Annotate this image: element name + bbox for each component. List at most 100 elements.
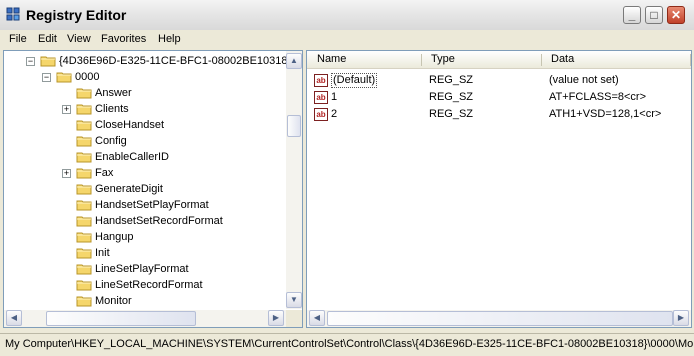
folder-icon <box>76 151 92 163</box>
tree-scroll-down-button[interactable]: ▼ <box>286 292 302 308</box>
tree-node-label: EnableCallerID <box>95 151 169 163</box>
tree-vertical-scroll-thumb[interactable] <box>287 115 301 137</box>
menu-bar: File Edit View Favorites Help <box>0 30 694 48</box>
tree-node-label: Fax <box>95 167 114 179</box>
string-value-icon: ab <box>314 91 328 104</box>
tree-horizontal-scrollbar[interactable]: ◀ ▶ <box>4 310 286 327</box>
tree-node-label: HandsetSetRecordFormat <box>95 215 223 227</box>
close-button[interactable]: ✕ <box>667 6 685 24</box>
values-horizontal-scroll-thumb[interactable] <box>327 311 673 326</box>
folder-icon <box>76 199 92 211</box>
chevron-left-icon: ◀ <box>313 313 321 322</box>
folder-icon <box>76 263 92 275</box>
tree-node[interactable]: − {4D36E96D-E325-11CE-BFC1-08002BE10318} <box>4 53 291 69</box>
tree-node[interactable]: Answer <box>4 85 284 101</box>
menu-help[interactable]: Help <box>158 33 181 45</box>
chevron-right-icon: ▶ <box>272 313 280 322</box>
tree-node[interactable]: Config <box>4 133 284 149</box>
column-header-data[interactable]: Data <box>551 53 574 65</box>
string-value-icon: ab <box>314 108 328 121</box>
collapse-icon[interactable]: − <box>26 57 35 66</box>
tree-node[interactable]: LineSetRecordFormat <box>4 277 284 293</box>
value-name: 1 <box>331 91 338 103</box>
tree-node-label: Answer <box>95 87 132 99</box>
value-data: AT+FCLASS=8<cr> <box>549 91 647 103</box>
tree-node[interactable]: EnableCallerID <box>4 149 284 165</box>
tree-scroll-left-button[interactable]: ◀ <box>6 310 22 326</box>
values-list-header: Name Type Data <box>307 51 691 69</box>
tree-node[interactable]: Init <box>4 245 284 261</box>
title-bar[interactable]: Registry Editor _ □ ✕ <box>0 0 694 31</box>
column-divider[interactable] <box>421 54 422 66</box>
tree-node[interactable]: LineSetPlayFormat <box>4 261 284 277</box>
expand-icon[interactable]: + <box>62 105 71 114</box>
maximize-icon: □ <box>650 8 658 22</box>
tree-node[interactable]: − 0000 <box>4 69 284 85</box>
tree-node[interactable]: Monitor <box>4 293 284 309</box>
value-row[interactable]: ab 1 REG_SZ AT+FCLASS=8<cr> <box>307 89 691 106</box>
value-row[interactable]: ab (Default) REG_SZ (value not set) <box>307 72 691 89</box>
tree-node-label: LineSetPlayFormat <box>95 263 189 275</box>
status-bar: My Computer\HKEY_LOCAL_MACHINE\SYSTEM\Cu… <box>0 333 694 356</box>
column-divider[interactable] <box>541 54 542 66</box>
folder-icon <box>76 87 92 99</box>
value-data: (value not set) <box>549 74 619 86</box>
tree-node-label: 0000 <box>75 71 100 83</box>
values-pane[interactable]: Name Type Data ab (Default) REG_SZ (value n… <box>306 50 692 328</box>
tree-node[interactable]: + Clients <box>4 101 284 117</box>
scrollbar-corner <box>286 310 302 327</box>
expand-icon[interactable]: + <box>62 169 71 178</box>
status-path: My Computer\HKEY_LOCAL_MACHINE\SYSTEM\Cu… <box>5 338 694 350</box>
chevron-down-icon: ▼ <box>290 295 298 304</box>
tree-node[interactable]: CloseHandset <box>4 117 284 133</box>
value-type: REG_SZ <box>429 108 474 120</box>
value-row[interactable]: ab 2 REG_SZ ATH1+VSD=128,1<cr> <box>307 106 691 123</box>
folder-icon <box>76 183 92 195</box>
maximize-button[interactable]: □ <box>645 6 663 24</box>
tree-node[interactable]: GenerateDigit <box>4 181 284 197</box>
tree-node-label: CloseHandset <box>95 119 165 131</box>
value-type: REG_SZ <box>429 74 474 86</box>
minimize-button[interactable]: _ <box>623 6 641 24</box>
tree-node-label: Config <box>95 135 127 147</box>
menu-edit[interactable]: Edit <box>38 33 57 45</box>
column-header-type[interactable]: Type <box>431 53 455 65</box>
value-data: ATH1+VSD=128,1<cr> <box>549 108 662 120</box>
chevron-left-icon: ◀ <box>10 313 18 322</box>
tree-scroll-right-button[interactable]: ▶ <box>268 310 284 326</box>
folder-icon <box>76 119 92 131</box>
value-name: (Default) <box>331 73 378 88</box>
collapse-icon[interactable]: − <box>42 73 51 82</box>
tree-node-label: LineSetRecordFormat <box>95 279 203 291</box>
folder-icon <box>56 71 72 83</box>
menu-view[interactable]: View <box>67 33 91 45</box>
folder-icon <box>76 295 92 307</box>
tree-vertical-scrollbar[interactable]: ▲ ▼ <box>286 51 302 309</box>
menu-file[interactable]: File <box>9 33 27 45</box>
tree-node[interactable]: + Fax <box>4 165 284 181</box>
value-name: 2 <box>331 108 338 120</box>
folder-icon <box>76 247 92 259</box>
tree-node[interactable]: HandsetSetPlayFormat <box>4 197 284 213</box>
values-horizontal-scrollbar[interactable]: ◀ ▶ <box>307 310 691 327</box>
tree-scroll-up-button[interactable]: ▲ <box>286 53 302 69</box>
column-divider[interactable] <box>690 54 691 66</box>
tree-node-label: Monitor <box>95 295 132 307</box>
value-type: REG_SZ <box>429 91 474 103</box>
values-scroll-right-button[interactable]: ▶ <box>673 310 689 326</box>
registry-editor-window: Registry Editor _ □ ✕ File Edit View Fav… <box>0 0 694 356</box>
folder-icon <box>40 55 56 67</box>
menu-favorites[interactable]: Favorites <box>101 33 146 45</box>
tree-horizontal-scroll-thumb[interactable] <box>46 311 196 326</box>
folder-icon <box>76 167 92 179</box>
key-tree-pane[interactable]: − {4D36E96D-E325-11CE-BFC1-08002BE10318} −… <box>3 50 303 328</box>
close-icon: ✕ <box>670 8 682 22</box>
tree-node-label: {4D36E96D-E325-11CE-BFC1-08002BE10318} <box>59 55 292 67</box>
tree-node[interactable]: Hangup <box>4 229 284 245</box>
folder-icon <box>76 103 92 115</box>
chevron-right-icon: ▶ <box>677 313 685 322</box>
column-header-name[interactable]: Name <box>317 53 346 65</box>
values-scroll-left-button[interactable]: ◀ <box>309 310 325 326</box>
tree-node[interactable]: HandsetSetRecordFormat <box>4 213 284 229</box>
folder-icon <box>76 215 92 227</box>
